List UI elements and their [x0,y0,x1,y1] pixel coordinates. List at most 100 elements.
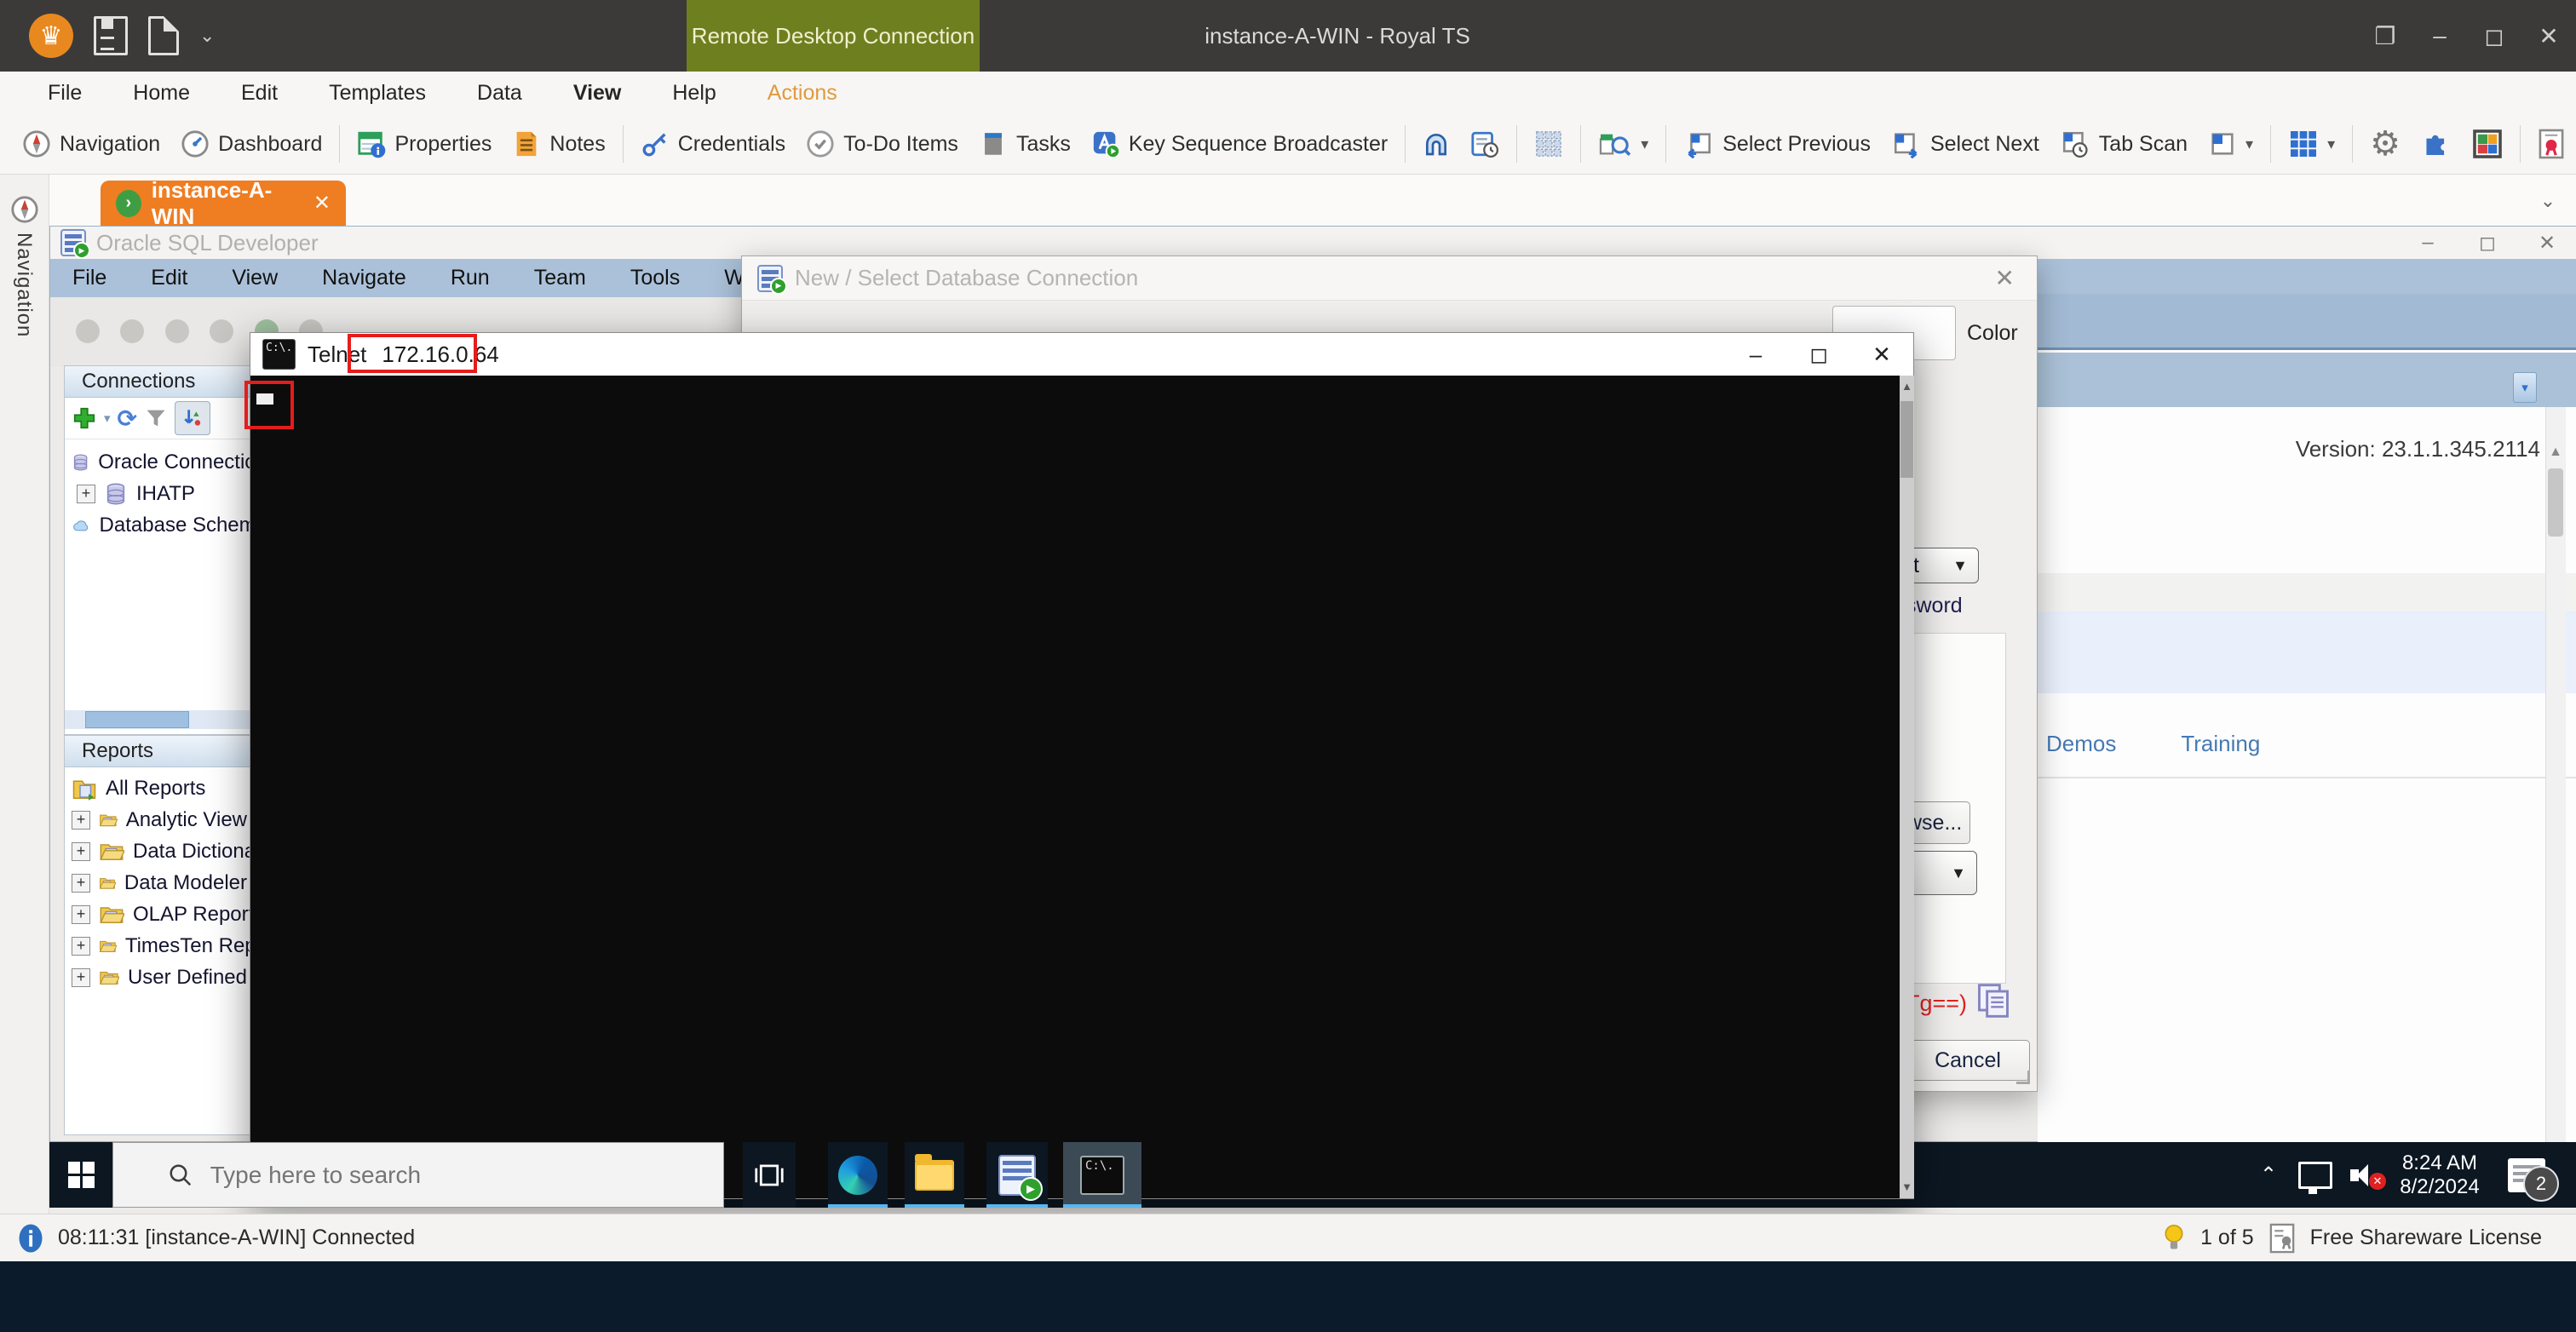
theme-button[interactable] [2462,120,2513,168]
remote-volume-muted-icon[interactable]: ✕ [2341,1142,2389,1208]
telnet-maximize-button[interactable]: ◻ [1787,333,1850,376]
tip-counter[interactable]: 1 of 5 [2200,1226,2254,1250]
menu-templates[interactable]: Templates [303,81,451,106]
session-tab-close-icon[interactable]: ✕ [313,191,331,215]
menu-data[interactable]: Data [451,81,548,106]
resize-grip[interactable] [2016,1071,2030,1084]
dialog-close-icon[interactable]: ✕ [1995,264,2037,292]
tasks-button[interactable]: Tasks [969,120,1081,168]
copy-icon[interactable] [1975,982,2011,1019]
qat-chevron-down-icon[interactable]: ⌄ [199,25,215,47]
sort-button[interactable] [175,401,210,435]
grid-view-button[interactable] [1524,120,1573,168]
navigation-button[interactable]: Navigation [12,120,170,168]
telnet-console[interactable] [251,376,1900,1198]
window-menu-button[interactable]: ▾ [2198,120,2263,168]
remote-file-explorer-button[interactable] [905,1142,964,1208]
tree-item-report-folder[interactable]: + Data Dictionar [65,835,267,867]
remote-sqldev-button[interactable]: ▶ [986,1142,1048,1208]
maximize-button[interactable]: ◻ [2467,0,2521,72]
remote-search-bar[interactable] [112,1142,724,1208]
expand-icon[interactable]: + [77,485,95,503]
sqldev-toolbar-icon[interactable] [76,319,100,343]
new-document-icon[interactable] [148,16,179,55]
todo-items-button[interactable]: To-Do Items [796,120,969,168]
remote-clock[interactable]: 8:24 AM8/2/2024 [2390,1142,2489,1208]
panes-icon[interactable]: ❐ [2358,0,2412,72]
sqldev-menu-tools[interactable]: Tools [630,266,680,290]
tree-item-report-folder[interactable]: + OLAP Reports [65,899,267,930]
expand-icon[interactable]: + [72,842,90,861]
license-label[interactable]: Free Shareware License [2310,1226,2542,1250]
expand-icon[interactable]: + [72,874,90,893]
select-next-button[interactable]: Select Next [1881,120,2050,168]
filter-icon[interactable] [144,406,168,430]
training-link[interactable]: Training [2181,731,2260,757]
hscrollbar-thumb[interactable] [85,711,189,728]
scrollbar-thumb[interactable] [1900,401,1913,478]
tree-item-oracle-connection[interactable]: Oracle Connection [65,446,267,478]
menu-help[interactable]: Help [647,81,741,106]
sqldev-maximize-button[interactable]: ◻ [2458,227,2517,259]
demos-link[interactable]: Demos [2046,731,2116,757]
telnet-scrollbar[interactable]: ▲ ▼ [1900,376,1914,1198]
sqldev-close-button[interactable]: ✕ [2517,227,2576,259]
sqldev-toolbar-icon[interactable] [165,319,189,343]
scroll-up-icon[interactable]: ▲ [1900,376,1914,398]
tabstrip-chevron-down-icon[interactable]: ⌄ [2527,184,2569,218]
remote-tray-chevron-icon[interactable]: ⌃ [2249,1142,2288,1208]
session-tab-instance-a-win[interactable]: › instance-A-WIN ✕ [101,181,346,226]
sqldev-menu-view[interactable]: View [232,266,278,290]
menu-edit[interactable]: Edit [216,81,303,106]
select-previous-button[interactable]: Select Previous [1673,120,1881,168]
notes-button[interactable]: Notes [502,120,615,168]
sqldev-menu-run[interactable]: Run [451,266,490,290]
key-sequence-broadcaster-button[interactable]: Key Sequence Broadcaster [1081,120,1398,168]
menu-actions[interactable]: Actions [742,81,863,106]
refresh-icon[interactable]: ⟳ [118,405,137,433]
telnet-minimize-button[interactable]: – [1724,333,1787,376]
reports-panel-header[interactable]: Reports [65,736,267,767]
add-connection-icon[interactable] [72,405,97,431]
telnet-close-button[interactable]: ✕ [1850,333,1913,376]
sqldev-toolbar-icon[interactable] [120,319,144,343]
tree-item-report-folder[interactable]: + Data Modeler R [65,867,267,899]
menu-home[interactable]: Home [107,81,216,106]
add-chevron-icon[interactable]: ▾ [104,411,111,426]
ad-explorer-button[interactable] [1412,120,1460,168]
find-window-button[interactable]: ▾ [1588,120,1659,168]
tree-item-database-schema[interactable]: Database Schema [65,509,267,541]
scroll-up-icon[interactable]: ▲ [2546,445,2565,460]
sqldev-menu-team[interactable]: Team [534,266,586,290]
sqldev-menu-edit[interactable]: Edit [151,266,187,290]
remote-task-view-button[interactable] [743,1142,796,1208]
connections-hscrollbar[interactable] [65,710,267,729]
cancel-button[interactable]: Cancel [1906,1040,2030,1081]
properties-button[interactable]: Properties [347,120,502,168]
remote-network-icon[interactable] [2293,1142,2337,1208]
layout-grid-button[interactable]: ▾ [2278,120,2345,168]
plugins-button[interactable] [2411,120,2462,168]
recent-contacts-button[interactable] [1460,120,1509,168]
remote-start-button[interactable] [49,1142,112,1208]
welcome-vscrollbar[interactable]: ▲ [2545,407,2566,1142]
sqldev-menu-navigate[interactable]: Navigate [322,266,406,290]
expand-icon[interactable]: + [72,968,90,987]
navigation-compass-icon[interactable] [10,195,39,224]
tree-item-all-reports[interactable]: All Reports [65,772,267,804]
menu-file[interactable]: File [22,81,107,106]
sqldev-menu-file[interactable]: File [72,266,106,290]
vscrollbar-thumb[interactable] [2548,468,2563,537]
tab-scan-button[interactable]: Tab Scan [2050,120,2198,168]
settings-button[interactable]: ⚙ [2360,120,2411,168]
close-button[interactable]: ✕ [2521,0,2576,72]
remote-search-input[interactable] [209,1161,687,1190]
royalts-logo-icon[interactable]: ♛ [29,14,73,58]
remote-action-center-button[interactable]: 2 [2494,1142,2559,1208]
tree-item-report-folder[interactable]: + TimesTen Repo [65,930,267,962]
tree-item-ihatp[interactable]: + IHATP [65,478,267,509]
toolbar-overflow-chevron-icon[interactable]: ▾ [2513,372,2537,403]
remote-edge-button[interactable] [828,1142,888,1208]
scroll-down-icon[interactable]: ▼ [1900,1176,1914,1198]
credentials-button[interactable]: Credentials [630,120,796,168]
